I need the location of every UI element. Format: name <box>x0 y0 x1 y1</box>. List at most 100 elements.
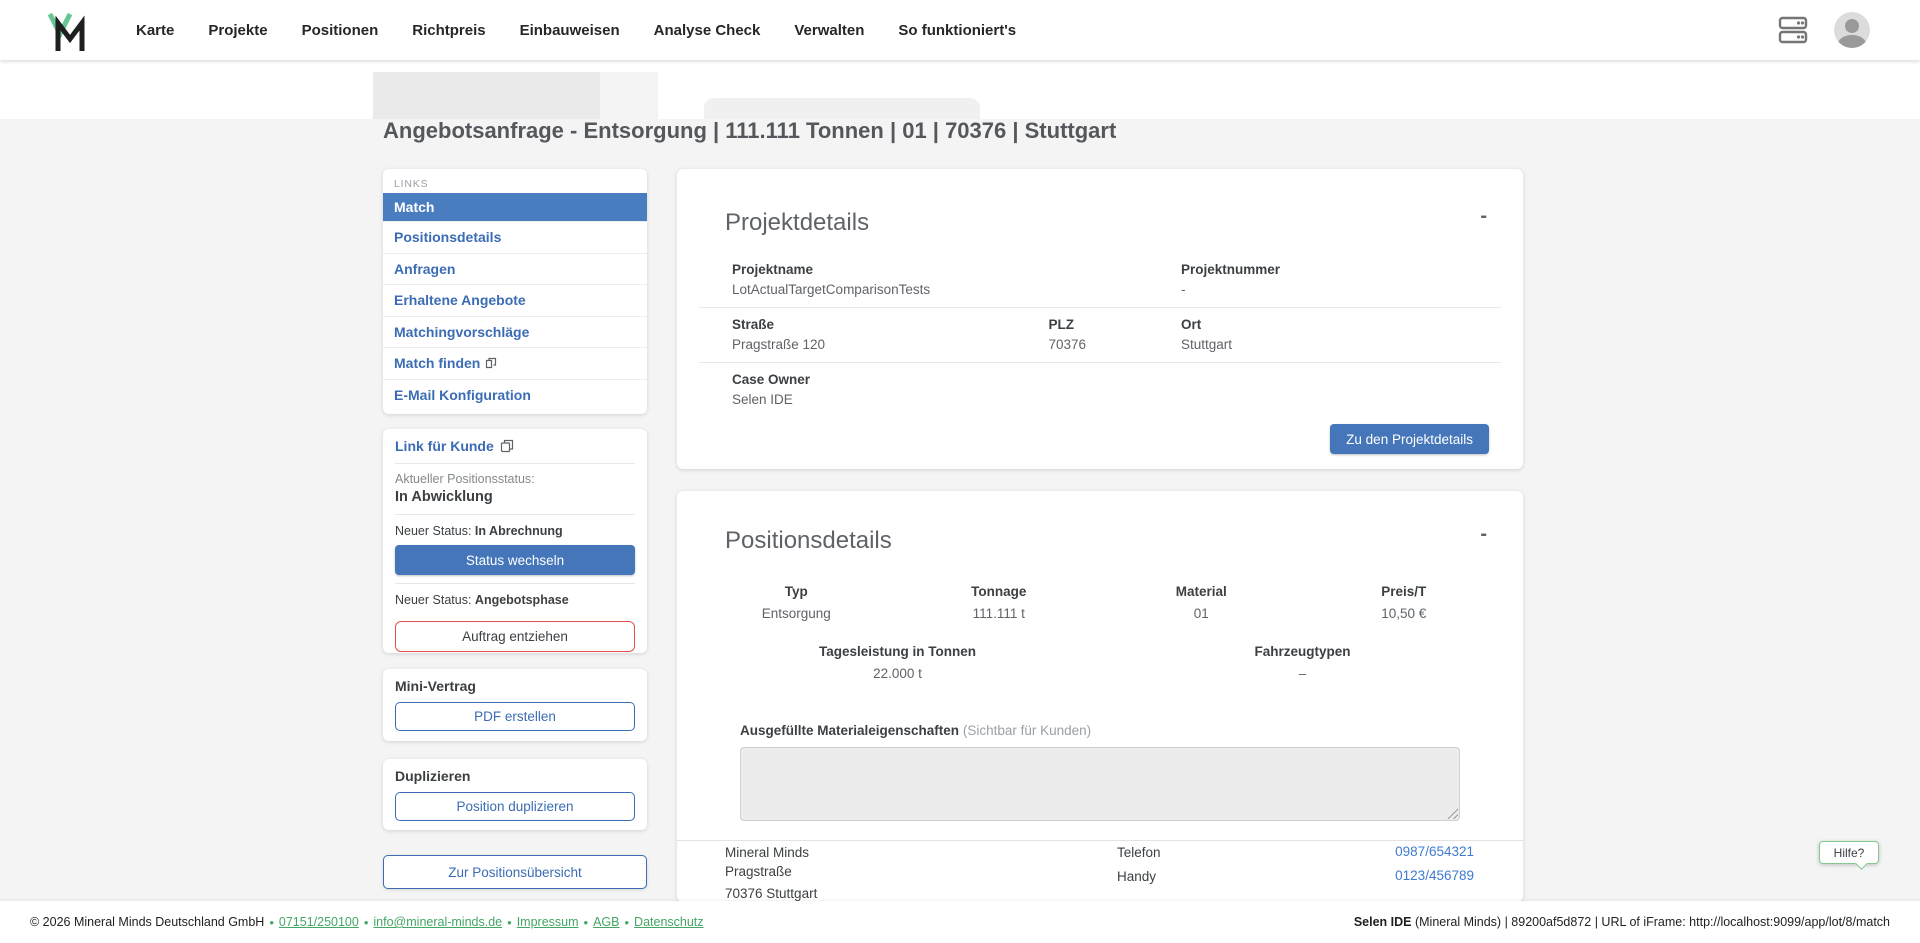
main-nav: Karte Projekte Positionen Richtpreis Ein… <box>136 0 1016 60</box>
field-value: Stuttgart <box>1181 336 1468 354</box>
field-strasse: Straße Pragstraße 120 <box>732 316 1048 354</box>
zur-positionsuebersicht-button[interactable]: Zur Positionsübersicht <box>383 855 647 889</box>
field-value: Selen IDE <box>732 391 1468 409</box>
contact-street: Pragstraße <box>725 863 792 880</box>
duplizieren-card: Duplizieren Position duplizieren <box>383 759 647 830</box>
help-button[interactable]: Hilfe? <box>1819 841 1879 864</box>
projektdetails-card: Projektdetails - Projektname LotActualTa… <box>677 169 1523 469</box>
nav-item-verwalten[interactable]: Verwalten <box>794 22 864 39</box>
sidebar-item-label: E-Mail Konfiguration <box>394 387 531 403</box>
contact-mobile-label: Handy <box>1117 868 1156 885</box>
status-wechseln-button[interactable]: Status wechseln <box>395 545 635 575</box>
next-status-value: Angebotsphase <box>475 593 569 607</box>
field-projektnummer: Projektnummer - <box>1181 261 1468 299</box>
footer-separator: • <box>364 915 369 930</box>
resize-grip-icon[interactable] <box>1447 808 1458 819</box>
field-value: 10,50 € <box>1303 605 1506 623</box>
material-properties-hint: (Sichtbar für Kunden) <box>963 723 1091 738</box>
field-label: Material <box>1100 583 1303 601</box>
footer-separator: • <box>584 915 589 930</box>
footer-user-name: Selen IDE <box>1354 915 1412 929</box>
scrolled-placeholder-block <box>600 72 658 119</box>
nav-item-richtpreis[interactable]: Richtpreis <box>412 22 485 39</box>
nav-item-einbauweisen[interactable]: Einbauweisen <box>520 22 620 39</box>
footer-link-datenschutz[interactable]: Datenschutz <box>634 915 703 929</box>
current-status-block: Aktueller Positionsstatus: In Abwicklung <box>395 464 635 515</box>
field-tagesleistung: Tagesleistung in Tonnen 22.000 t <box>695 643 1100 683</box>
sidebar-item-erhaltene-angebote[interactable]: Erhaltene Angebote <box>383 284 647 316</box>
position-duplizieren-button[interactable]: Position duplizieren <box>395 792 635 821</box>
sidebar-item-positionsdetails[interactable]: Positionsdetails <box>383 221 647 253</box>
field-label: Case Owner <box>732 371 1468 389</box>
material-properties-textarea[interactable] <box>740 747 1460 821</box>
sidebar-item-label: Anfragen <box>394 261 455 277</box>
sidebar-item-label: Match finden <box>394 355 480 371</box>
field-value: LotActualTargetComparisonTests <box>732 281 1181 299</box>
sidebar-item-match[interactable]: Match <box>383 193 647 221</box>
projektdetails-title: Projektdetails <box>725 208 869 238</box>
table-row: Case Owner Selen IDE <box>699 363 1501 417</box>
field-preis-t: Preis/T 10,50 € <box>1303 583 1506 623</box>
footer-copyright: © 2026 Mineral Minds Deutschland GmbH <box>30 915 264 929</box>
field-label: Preis/T <box>1303 583 1506 601</box>
user-avatar-icon[interactable] <box>1834 12 1870 48</box>
contact-mobile-link[interactable]: 0123/456789 <box>1395 867 1474 884</box>
footer-link-impressum[interactable]: Impressum <box>517 915 579 929</box>
field-value: – <box>1100 665 1505 683</box>
field-value: Entsorgung <box>695 605 898 623</box>
pdf-erstellen-button[interactable]: PDF erstellen <box>395 702 635 731</box>
positionsdetails-card: Positionsdetails - Typ Entsorgung Tonnag… <box>677 491 1523 902</box>
field-ort: Ort Stuttgart <box>1181 316 1468 354</box>
zu-den-projektdetails-button[interactable]: Zu den Projektdetails <box>1330 424 1489 454</box>
field-tonnage: Tonnage 111.111 t <box>898 583 1101 623</box>
sidebar-item-anfragen[interactable]: Anfragen <box>383 253 647 285</box>
footer-link-agb[interactable]: AGB <box>593 915 619 929</box>
mini-vertrag-card: Mini-Vertrag PDF erstellen <box>383 669 647 741</box>
field-fahrzeugtypen: Fahrzeugtypen – <box>1100 643 1505 683</box>
footer-session-info: Selen IDE (Mineral Minds) | 89200af5d872… <box>1354 915 1890 929</box>
links-card: LINKS Match Positionsdetails Anfragen Er… <box>383 169 647 414</box>
sidebar-item-matchingvorschlaege[interactable]: Matchingvorschläge <box>383 316 647 348</box>
collapse-icon[interactable]: - <box>1480 206 1487 226</box>
nav-item-positionen[interactable]: Positionen <box>302 22 379 39</box>
auftrag-entziehen-button[interactable]: Auftrag entziehen <box>395 621 635 652</box>
footer: © 2026 Mineral Minds Deutschland GmbH • … <box>0 901 1920 943</box>
nav-item-analyse-check[interactable]: Analyse Check <box>654 22 761 39</box>
next-status-prefix: Neuer Status: <box>395 593 471 607</box>
nav-item-karte[interactable]: Karte <box>136 22 174 39</box>
app-root: Karte Projekte Positionen Richtpreis Ein… <box>0 0 1920 943</box>
next-status-line-1: Neuer Status: In Abrechnung <box>395 515 635 545</box>
field-value: - <box>1181 281 1468 299</box>
field-label: Projektnummer <box>1181 261 1468 279</box>
projektdetails-table: Projektname LotActualTargetComparisonTes… <box>699 253 1501 417</box>
server-stack-icon[interactable] <box>1776 14 1810 46</box>
footer-separator: • <box>269 915 274 930</box>
next-status-prefix: Neuer Status: <box>395 524 471 538</box>
field-value: 111.111 t <box>898 605 1101 623</box>
field-value: 01 <box>1100 605 1303 623</box>
footer-link-phone[interactable]: 07151/250100 <box>279 915 359 929</box>
footer-link-email[interactable]: info@mineral-minds.de <box>373 915 502 929</box>
current-status-value: In Abwicklung <box>395 489 635 505</box>
nav-item-so-funktionierts[interactable]: So funktioniert's <box>898 22 1016 39</box>
nav-item-projekte[interactable]: Projekte <box>208 22 267 39</box>
sidebar-item-email-konfiguration[interactable]: E-Mail Konfiguration <box>383 379 647 411</box>
material-properties-label: Ausgefüllte Materialeigenschaften (Sicht… <box>740 723 1091 738</box>
avatar-body <box>1838 35 1866 48</box>
contact-phone-link[interactable]: 0987/654321 <box>1395 843 1474 860</box>
external-link-icon <box>485 357 497 369</box>
copy-icon <box>500 439 514 453</box>
contact-company: Mineral Minds <box>725 844 809 861</box>
field-value: 22.000 t <box>695 665 1100 683</box>
footer-separator: • <box>507 915 512 930</box>
mineral-minds-logo[interactable] <box>44 7 90 53</box>
field-typ: Typ Entsorgung <box>695 583 898 623</box>
collapse-icon[interactable]: - <box>1480 524 1487 544</box>
sidebar-item-label: Erhaltene Angebote <box>394 292 526 308</box>
field-value: Pragstraße 120 <box>732 336 1048 354</box>
field-material: Material 01 <box>1100 583 1303 623</box>
customer-link[interactable]: Link für Kunde <box>395 429 635 464</box>
sidebar-item-match-finden[interactable]: Match finden <box>383 347 647 379</box>
field-label: Fahrzeugtypen <box>1100 643 1505 661</box>
field-label: Ort <box>1181 316 1468 334</box>
